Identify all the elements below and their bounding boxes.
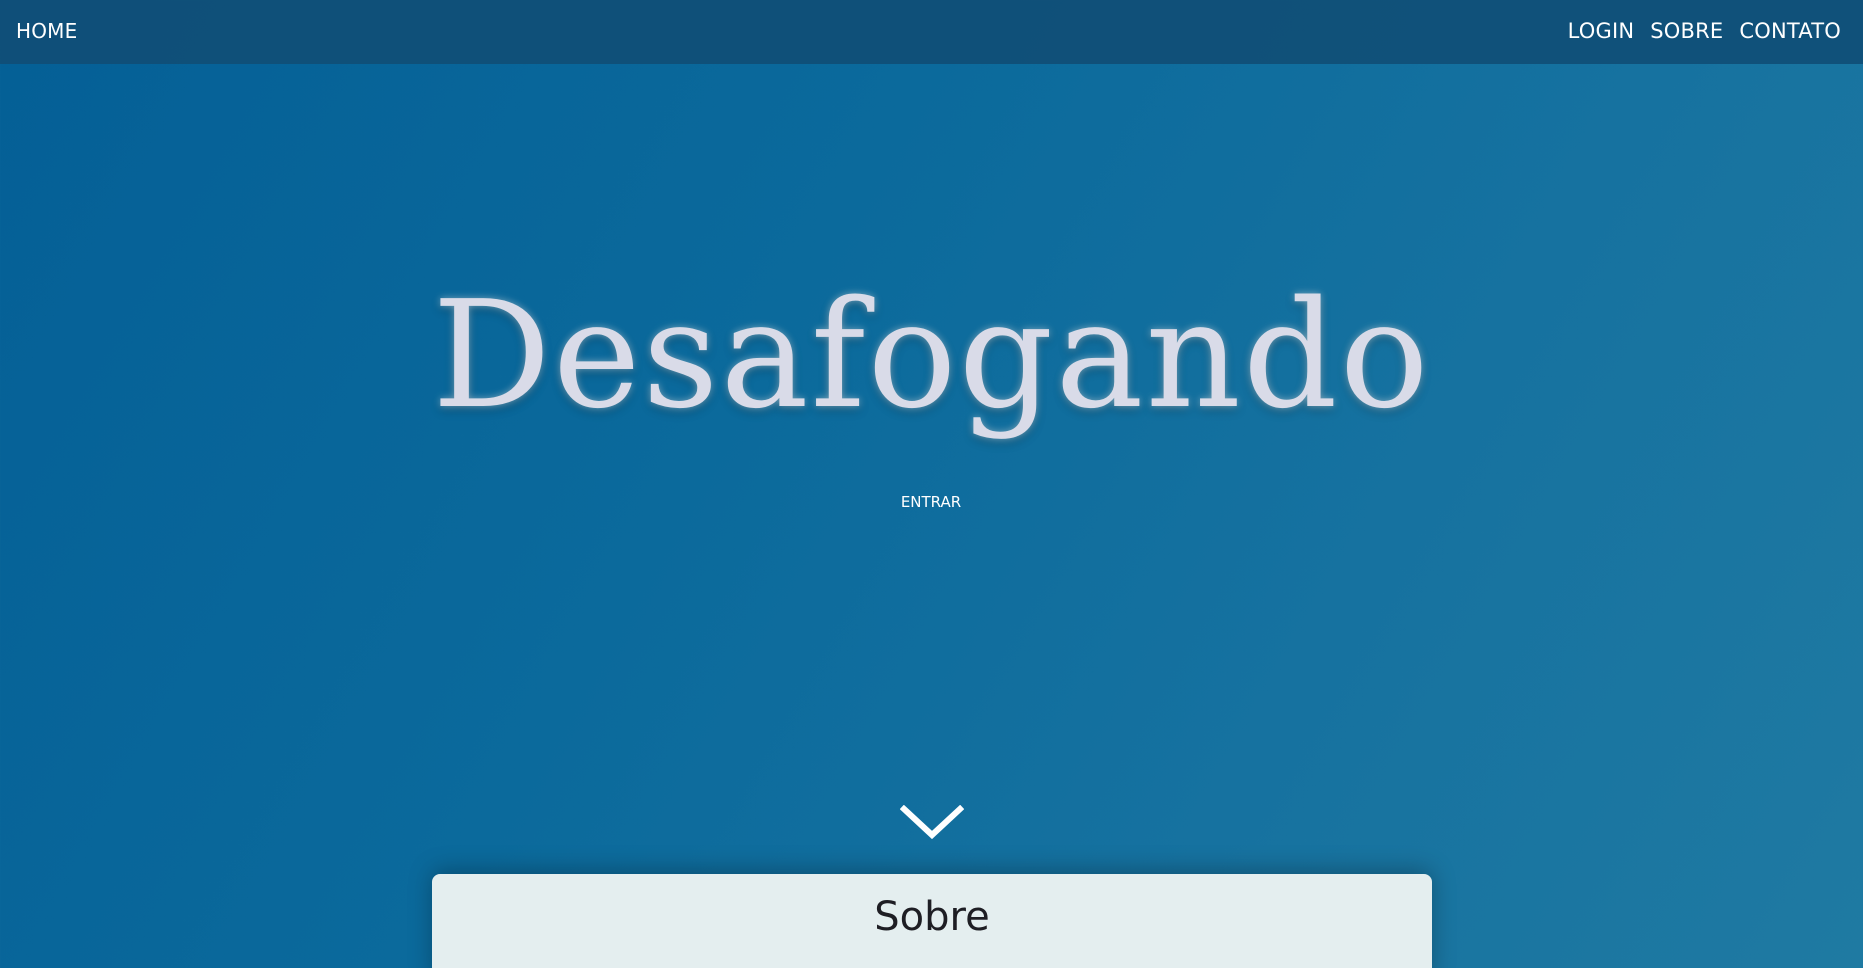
about-card: Sobre <box>432 874 1432 968</box>
nav-home-link[interactable]: HOME <box>16 0 77 62</box>
nav-login-link[interactable]: LOGIN <box>1568 0 1635 62</box>
chevron-down-icon[interactable] <box>899 804 965 843</box>
nav-right-group: LOGIN SOBRE CONTATO <box>1568 0 1841 62</box>
enter-button[interactable]: ENTRAR <box>881 488 981 516</box>
top-navbar: HOME LOGIN SOBRE CONTATO <box>0 0 1863 64</box>
hero-title: Desafogando <box>432 269 1431 441</box>
nav-sobre-link[interactable]: SOBRE <box>1650 0 1723 62</box>
about-title: Sobre <box>874 894 990 940</box>
nav-contato-link[interactable]: CONTATO <box>1739 0 1841 62</box>
